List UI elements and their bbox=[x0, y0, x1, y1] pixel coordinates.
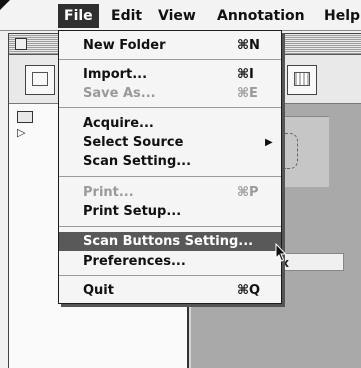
menu-item-label: Select Source bbox=[83, 135, 184, 150]
screen-corner bbox=[0, 0, 10, 10]
menu-item-preferences[interactable]: Preferences... bbox=[59, 252, 281, 271]
menu-item-label: Print Setup... bbox=[83, 204, 182, 219]
menu-item-label: Quit bbox=[83, 283, 114, 298]
menu-item-label: Acquire... bbox=[83, 116, 154, 131]
menu-item-shortcut: ⌘P bbox=[237, 185, 259, 200]
window-icon bbox=[32, 72, 48, 86]
toolbar-button-right[interactable] bbox=[287, 65, 317, 95]
menu-item-label: Import... bbox=[83, 67, 148, 82]
menu-item-shortcut: ⌘E bbox=[237, 86, 258, 101]
menu-item-scan-buttons-setting[interactable]: Scan Buttons Setting... bbox=[59, 232, 281, 251]
menu-view[interactable]: View bbox=[158, 5, 196, 27]
file-menu: New Folder ⌘N Import... ⌘I Save As... ⌘E… bbox=[58, 30, 282, 304]
menu-separator bbox=[59, 176, 281, 177]
menu-separator bbox=[59, 107, 281, 108]
menu-item-quit[interactable]: Quit ⌘Q bbox=[59, 281, 281, 300]
menu-item-label: Scan Setting... bbox=[83, 154, 192, 169]
menu-help[interactable]: Help bbox=[324, 5, 360, 27]
menu-annotation[interactable]: Annotation bbox=[217, 5, 305, 27]
menu-item-select-source[interactable]: Select Source ▶ bbox=[59, 133, 281, 152]
menu-item-label: Scan Buttons Setting... bbox=[83, 234, 254, 249]
menu-item-shortcut: ⌘Q bbox=[237, 283, 261, 298]
menu-separator bbox=[59, 226, 281, 227]
menu-edit[interactable]: Edit bbox=[111, 5, 142, 27]
submenu-arrow-icon: ▶ bbox=[265, 137, 273, 148]
menu-item-print-setup[interactable]: Print Setup... bbox=[59, 202, 281, 221]
menu-item-scan-setting[interactable]: Scan Setting... bbox=[59, 152, 281, 171]
menu-item-save-as: Save As... ⌘E bbox=[59, 84, 281, 103]
menu-item-shortcut: ⌘N bbox=[237, 38, 260, 53]
thumbnail[interactable] bbox=[279, 116, 329, 187]
close-box-icon[interactable] bbox=[15, 38, 27, 50]
menu-item-import[interactable]: Import... ⌘I bbox=[59, 65, 281, 84]
tree-row[interactable]: ▷ bbox=[17, 126, 25, 139]
folder-icon bbox=[17, 111, 33, 123]
menu-item-label: Save As... bbox=[83, 86, 156, 101]
menu-item-label: New Folder bbox=[83, 38, 166, 53]
mouse-pointer-icon bbox=[275, 243, 287, 262]
menu-bar: File Edit View Annotation Help bbox=[0, 0, 361, 31]
image-icon bbox=[294, 72, 310, 86]
menu-item-acquire[interactable]: Acquire... bbox=[59, 114, 281, 133]
disclosure-triangle-icon[interactable]: ▷ bbox=[17, 126, 25, 139]
menu-item-label: Print... bbox=[83, 185, 134, 200]
menu-item-label: Preferences... bbox=[83, 254, 186, 269]
menu-separator bbox=[59, 59, 281, 60]
tree-row[interactable] bbox=[17, 110, 33, 123]
menu-item-print: Print... ⌘P bbox=[59, 183, 281, 202]
document-icon bbox=[285, 133, 298, 169]
menu-item-new-folder[interactable]: New Folder ⌘N bbox=[59, 36, 281, 55]
menu-separator bbox=[59, 275, 281, 276]
menu-file[interactable]: File bbox=[58, 4, 99, 28]
toolbar-button-left[interactable] bbox=[25, 65, 55, 95]
menu-item-shortcut: ⌘I bbox=[237, 67, 254, 82]
